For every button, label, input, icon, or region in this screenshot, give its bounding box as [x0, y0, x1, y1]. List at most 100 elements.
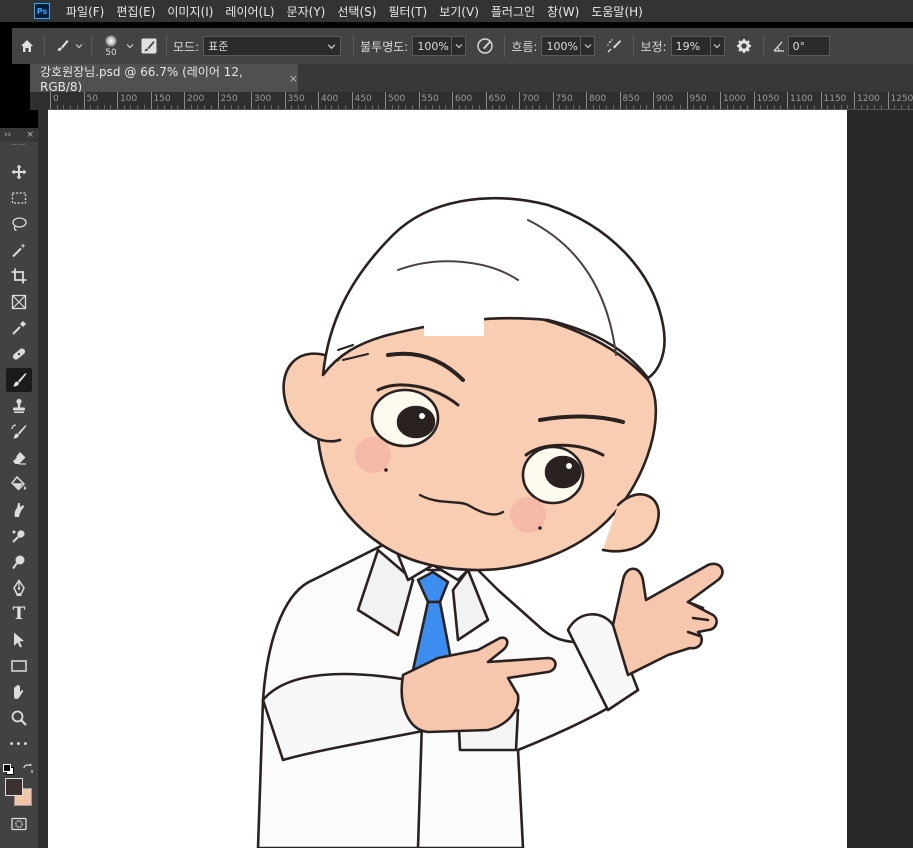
ruler-tick: 550	[418, 92, 439, 109]
lasso-tool-icon[interactable]	[6, 212, 32, 236]
collapse-panel-icon[interactable]: ››	[4, 130, 11, 140]
ruler-tick: 700	[519, 92, 539, 109]
crop-tool-icon[interactable]	[6, 264, 32, 288]
move-tool-icon[interactable]	[6, 160, 32, 184]
document-tab-bar: 강호원장님.psd @ 66.7% (레이어 12, RGB/8) ×	[30, 64, 913, 94]
vertical-ruler[interactable]	[38, 110, 48, 848]
flow-input[interactable]: 100%	[541, 36, 582, 56]
menu-edit[interactable]: 편집(E)	[110, 3, 161, 20]
chevron-down-icon[interactable]	[73, 35, 85, 57]
menu-view[interactable]: 보기(V)	[433, 3, 485, 20]
menu-help[interactable]: 도움말(H)	[585, 3, 649, 20]
ruler-tick-label: 1150	[823, 94, 847, 104]
brush-tool-icon[interactable]	[6, 368, 32, 392]
separator	[166, 35, 167, 57]
menu-image[interactable]: 이미지(I)	[161, 3, 219, 20]
burn-tool-icon[interactable]	[6, 524, 32, 548]
menu-window[interactable]: 창(W)	[541, 3, 585, 20]
ruler-tick-label: 600	[455, 94, 473, 104]
angle-icon	[770, 35, 788, 57]
opacity-dropdown[interactable]	[452, 36, 467, 56]
home-icon[interactable]	[16, 35, 38, 57]
ruler-origin[interactable]	[30, 92, 48, 110]
ruler-tick-label: 250	[220, 94, 238, 104]
ruler-tick-label: 0	[53, 94, 59, 104]
flow-dropdown[interactable]	[581, 36, 596, 56]
paint-bucket-tool-icon[interactable]	[6, 472, 32, 496]
separator	[44, 35, 45, 57]
type-tool-icon[interactable]: T	[6, 602, 32, 626]
pressure-opacity-icon[interactable]	[474, 35, 496, 57]
blend-mode-value: 표준	[208, 40, 229, 53]
tools-panel-header: ›› ×	[0, 128, 38, 142]
eyedropper-tool-icon[interactable]	[6, 316, 32, 340]
clone-stamp-tool-icon[interactable]	[6, 394, 32, 418]
close-panel-icon[interactable]: ×	[26, 130, 34, 140]
ruler-tick-label: 700	[522, 94, 540, 104]
brush-size-preview[interactable]: 50	[98, 30, 124, 62]
ruler-tick-label: 850	[622, 94, 640, 104]
ruler-tick-label: 150	[153, 94, 171, 104]
quick-mask-icon[interactable]	[6, 812, 32, 836]
ruler-tick: 1250	[887, 92, 913, 109]
path-selection-tool-icon[interactable]	[6, 628, 32, 652]
ruler-tick: 950	[686, 92, 707, 109]
frame-tool-icon[interactable]	[6, 290, 32, 314]
pen-tool-icon[interactable]	[6, 576, 32, 600]
menu-layer[interactable]: 레이어(L)	[219, 3, 280, 20]
photoshop-logo-icon[interactable]: Ps	[34, 3, 50, 19]
brush-angle-input[interactable]: 0°	[787, 36, 830, 56]
menu-select[interactable]: 선택(S)	[331, 3, 382, 20]
ruler-tick-label: 50	[86, 94, 98, 104]
flow-label: 흐름:	[511, 39, 538, 54]
ruler-tick: 500	[385, 92, 405, 109]
separator	[633, 35, 635, 57]
airbrush-icon[interactable]	[603, 35, 625, 57]
menu-file[interactable]: 파일(F)	[60, 3, 110, 20]
smoothing-dropdown[interactable]	[710, 36, 725, 56]
history-brush-tool-icon[interactable]	[6, 420, 32, 444]
chevron-down-icon[interactable]	[124, 35, 136, 57]
more-tools-icon[interactable]: •••	[6, 732, 32, 756]
hand-tool-icon[interactable]	[6, 680, 32, 704]
ruler-tick: 200	[184, 92, 204, 109]
menu-filter[interactable]: 필터(T)	[382, 3, 433, 20]
magic-wand-tool-icon[interactable]	[6, 238, 32, 262]
foreground-color-swatch[interactable]	[5, 778, 23, 796]
panel-grip[interactable]	[12, 144, 26, 148]
ruler-tick-label: 200	[187, 94, 205, 104]
document-tab[interactable]: 강호원장님.psd @ 66.7% (레이어 12, RGB/8) ×	[30, 64, 298, 94]
ruler-tick-label: 750	[555, 94, 573, 104]
ruler-tick: 850	[619, 92, 640, 109]
chevron-down-icon	[327, 43, 336, 49]
healing-brush-tool-icon[interactable]	[6, 342, 32, 366]
zoom-tool-icon[interactable]	[6, 706, 32, 730]
brush-preset-icon[interactable]	[51, 35, 73, 57]
default-colors-icon[interactable]	[3, 760, 14, 775]
horizontal-ruler[interactable]: 0 50 100 150 200 250 300 350 400 450 500 550 600 650 7…	[48, 92, 913, 110]
blend-mode-select[interactable]: 표준	[203, 36, 342, 56]
eraser-tool-icon[interactable]	[6, 446, 32, 470]
gear-icon[interactable]	[733, 35, 755, 57]
chevron-down-icon	[455, 44, 463, 49]
opacity-input[interactable]: 100%	[412, 36, 453, 56]
opacity-label: 불투명도:	[360, 39, 409, 54]
rectangular-marquee-tool-icon[interactable]	[6, 186, 32, 210]
menu-plugins[interactable]: 플러그인	[485, 3, 541, 20]
document-canvas[interactable]	[48, 110, 847, 848]
smoothing-input[interactable]: 19%	[670, 36, 711, 56]
brush-settings-panel-icon[interactable]	[138, 35, 160, 57]
smudge-tool-icon[interactable]	[6, 498, 32, 522]
rectangle-tool-icon[interactable]	[6, 654, 32, 678]
ruler-tick-label: 500	[388, 94, 406, 104]
menu-type[interactable]: 문자(Y)	[281, 3, 332, 20]
ruler-tick-label: 1050	[756, 94, 780, 104]
ruler-tick-label: 800	[589, 94, 607, 104]
doctor-cartoon-illustration	[256, 196, 724, 848]
dodge-tool-icon[interactable]	[6, 550, 32, 574]
ruler-tick-label: 1200	[857, 94, 880, 104]
swap-colors-icon[interactable]	[22, 760, 34, 773]
close-tab-icon[interactable]: ×	[289, 72, 298, 85]
ruler-tick-label: 400	[321, 94, 339, 104]
ruler-tick: 350	[284, 92, 305, 109]
